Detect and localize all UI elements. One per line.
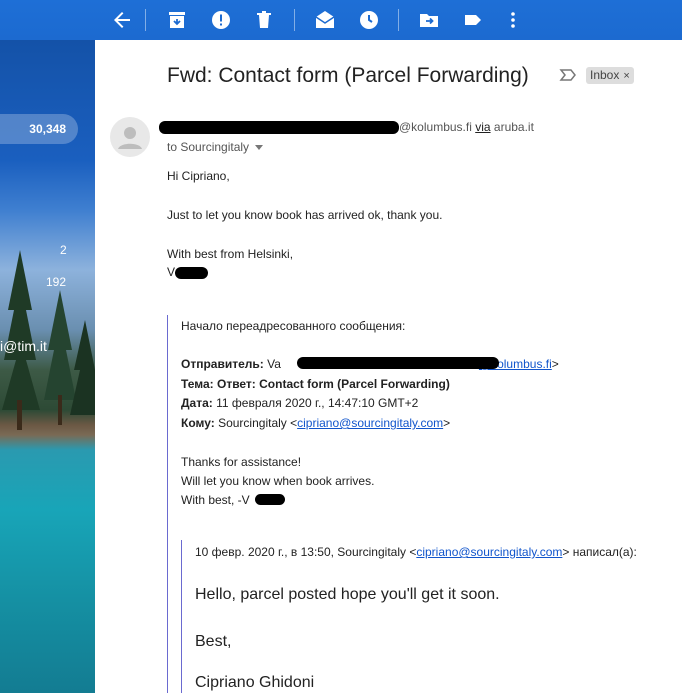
nested-body-line: Cipriano Ghidoni	[195, 674, 315, 691]
background-image: 30,348 2 192 i@tim.it	[0, 40, 95, 693]
from-label: Отправитель:	[181, 357, 264, 371]
snooze-icon[interactable]	[357, 8, 381, 32]
remove-label-button[interactable]: ×	[623, 70, 629, 82]
toolbar	[0, 0, 682, 40]
forwarded-body-line: Will let you know when book arrives.	[181, 474, 375, 488]
to-name: Sourcingitaly <	[218, 416, 298, 430]
toolbar-separator	[398, 9, 399, 31]
forwarded-body-line: With best, -V	[181, 493, 250, 507]
nested-quote-meta: 10 февр. 2020 г., в 13:50, Sourcingitaly…	[195, 545, 637, 559]
signature-initial: V	[167, 265, 176, 279]
avatar[interactable]	[110, 117, 150, 157]
label-count: 192	[46, 275, 67, 289]
message-line: Just to let you know book has arrived ok…	[167, 208, 443, 222]
message-subject: Fwd: Contact form (Parcel Forwarding)	[167, 64, 529, 87]
forwarded-header: Начало переадресованного сообщения:	[181, 319, 406, 333]
redacted-forward-signature	[255, 494, 285, 505]
nested-meta-prefix: 10 февр. 2020 г., в 13:50, Sourcingitaly…	[195, 545, 417, 559]
contact-email-fragment[interactable]: i@tim.it	[0, 338, 47, 354]
forwarded-body-line: Thanks for assistance!	[181, 455, 302, 469]
importance-marker-icon[interactable]	[559, 68, 577, 87]
via-domain: aruba.it	[493, 120, 534, 134]
forwarded-subject: Тема: Ответ: Contact form (Parcel Forwar…	[181, 377, 450, 391]
label-icon[interactable]	[461, 8, 485, 32]
recipient-line[interactable]: to Sourcingitaly	[167, 140, 264, 154]
from-close: >	[551, 357, 559, 371]
redacted-forward-sender	[297, 357, 499, 369]
sender-line: @kolumbus.fi via aruba.it	[399, 120, 534, 134]
forwarded-date: Дата: 11 февраля 2020 г., 14:47:10 GMT+2	[181, 396, 418, 410]
subject-value: Ответ: Contact form (Parcel Forwarding)	[216, 377, 450, 391]
toolbar-separator	[145, 9, 146, 31]
delete-icon[interactable]	[252, 8, 276, 32]
mark-unread-icon[interactable]	[313, 8, 337, 32]
inbox-count-pill[interactable]: 30,348	[0, 114, 78, 144]
back-arrow-icon[interactable]	[110, 8, 134, 32]
nested-body-line: Hello, parcel posted hope you'll get it …	[195, 586, 500, 603]
nested-quote-bar	[181, 540, 182, 693]
date-value: 11 февраля 2020 г., 14:47:10 GMT+2	[216, 396, 419, 410]
redacted-sender	[159, 121, 399, 134]
to-close: >	[443, 416, 451, 430]
sender-domain: @kolumbus.fi	[399, 120, 472, 134]
more-vert-icon[interactable]	[501, 8, 525, 32]
message-pane: Fwd: Contact form (Parcel Forwarding) In…	[95, 40, 682, 693]
nested-body-line: Best,	[195, 633, 232, 650]
chevron-down-icon[interactable]	[255, 145, 264, 151]
to-email-link[interactable]: cipriano@sourcingitaly.com	[297, 416, 443, 430]
inbox-count: 30,348	[29, 122, 66, 136]
toolbar-separator	[294, 9, 295, 31]
forwarded-to: Кому: Sourcingitaly <cipriano@sourcingit…	[181, 416, 450, 430]
report-spam-icon[interactable]	[209, 8, 233, 32]
inbox-label-text: Inbox	[590, 68, 620, 82]
label-count: 2	[60, 243, 67, 257]
to-label: Кому:	[181, 416, 215, 430]
nested-meta-suffix: > написал(а):	[562, 545, 637, 559]
nested-email-link[interactable]: cipriano@sourcingitaly.com	[416, 545, 562, 559]
move-to-icon[interactable]	[417, 8, 441, 32]
inbox-label-badge: Inbox ×	[586, 67, 634, 84]
redacted-signature	[175, 267, 208, 279]
from-prefix: Va	[267, 357, 281, 371]
subject-label: Тема:	[181, 377, 214, 391]
greeting: Hi Cipriano,	[167, 169, 230, 183]
date-label: Дата:	[181, 396, 213, 410]
via-link[interactable]: via	[475, 120, 490, 134]
archive-icon[interactable]	[165, 8, 189, 32]
recipient-text: to Sourcingitaly	[167, 140, 250, 154]
quote-bar	[167, 315, 168, 693]
signoff: With best from Helsinki,	[167, 247, 294, 261]
